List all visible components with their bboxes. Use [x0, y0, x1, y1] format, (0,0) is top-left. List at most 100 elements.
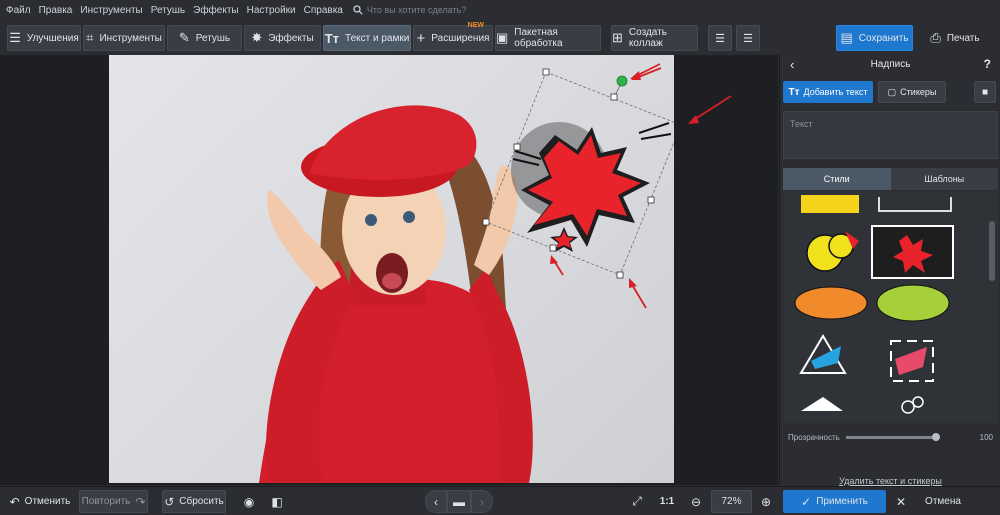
- tab-templates[interactable]: Шаблоны: [890, 168, 998, 190]
- tab-styles[interactable]: Стили: [783, 168, 891, 190]
- new-badge: NEW: [467, 22, 484, 29]
- panel-title: Надпись: [870, 58, 911, 70]
- save-button[interactable]: ▤ Сохранить: [836, 25, 913, 51]
- minus-circle-icon: ⊖: [690, 494, 702, 509]
- menu-effects[interactable]: Эффекты: [193, 5, 238, 16]
- add-text-button[interactable]: Tт Добавить текст: [783, 81, 873, 103]
- zoom-field[interactable]: 72%: [711, 490, 752, 513]
- text-field[interactable]: Текст: [783, 111, 998, 159]
- sticker-gallery: [783, 191, 998, 423]
- styles-tabs: Стили Шаблоны: [783, 168, 998, 190]
- menu-search[interactable]: Что вы хотите сделать?: [353, 5, 467, 15]
- sticker-thumbnails: [794, 195, 954, 414]
- opacity-value: 100: [979, 432, 993, 442]
- redo-button[interactable]: Повторить ↷: [79, 490, 148, 513]
- preset-download-icon: ☰: [743, 32, 753, 45]
- tab-text-frames[interactable]: Tт Текст и рамки: [323, 25, 411, 51]
- compare-button[interactable]: ◧: [266, 490, 288, 513]
- text-field-placeholder: Текст: [790, 119, 813, 129]
- tab-retouch[interactable]: ✎ Ретушь: [167, 25, 242, 51]
- cancel-label: Отмена: [925, 496, 961, 507]
- prev-image-button[interactable]: ‹: [425, 490, 447, 513]
- delete-button[interactable]: ■: [974, 81, 996, 103]
- back-icon[interactable]: ‹: [790, 57, 794, 72]
- apply-label: Применить: [816, 496, 868, 507]
- tab-enhancements-label: Улучшения: [26, 32, 79, 44]
- menu-file[interactable]: Файл: [6, 5, 31, 16]
- fit-screen-icon: ⤢: [632, 494, 642, 508]
- tab-effects-label: Эффекты: [268, 32, 314, 44]
- undo-button[interactable]: ↶ Отменить: [7, 490, 73, 513]
- batch-processing-button[interactable]: ▣ Пакетная обработка: [495, 25, 601, 51]
- canvas-area[interactable]: [0, 55, 778, 485]
- open-folder-button[interactable]: ▬: [447, 490, 471, 513]
- gallery-scrollbar[interactable]: [989, 221, 995, 281]
- stickers-button[interactable]: ▢ Стикеры: [878, 81, 946, 103]
- image-icon: ▣: [496, 30, 509, 45]
- preset-add-icon: ☰: [715, 32, 725, 45]
- preset-download-button[interactable]: ☰: [736, 25, 760, 51]
- sliders-icon: ☰: [9, 30, 21, 45]
- chevron-right-icon: ›: [480, 494, 484, 509]
- close-icon: ✕: [896, 494, 907, 509]
- undo-label: Отменить: [24, 496, 71, 507]
- trash-icon: ■: [981, 86, 989, 98]
- preset-add-button[interactable]: ☰: [708, 25, 732, 51]
- arrow-overlay: [629, 67, 732, 309]
- undo-icon: ↶: [9, 494, 20, 509]
- preview-button[interactable]: ◉: [238, 490, 260, 513]
- sticker-thumb-yellow-cloud[interactable]: [806, 231, 859, 272]
- delete-text-link-label: Удалить текст и стикеры: [839, 476, 942, 486]
- tab-tools[interactable]: ⌗ Инструменты: [83, 25, 165, 51]
- apply-button[interactable]: ✓ Применить: [783, 490, 886, 513]
- cancel-button[interactable]: ✕ Отмена: [892, 490, 994, 513]
- menu-edit[interactable]: Правка: [39, 5, 73, 16]
- batch-processing-label: Пакетная обработка: [514, 27, 563, 49]
- tab-extensions-label: Расширения: [431, 32, 490, 44]
- collage-icon: ⊞: [612, 30, 623, 45]
- tab-styles-label: Стили: [823, 174, 850, 184]
- reset-icon: ↺: [164, 494, 175, 509]
- print-button[interactable]: ⎙ Печать: [917, 25, 993, 51]
- menu-settings[interactable]: Настройки: [247, 5, 296, 16]
- tab-enhancements[interactable]: ☰ Улучшения: [7, 25, 81, 51]
- crop-icon: ⌗: [86, 30, 94, 45]
- menu-help[interactable]: Справка: [304, 5, 343, 16]
- main-toolbar: ☰ Улучшения ⌗ Инструменты ✎ Ретушь ✸ Эфф…: [0, 22, 1000, 54]
- save-icon: ▤: [840, 30, 853, 45]
- stickers-label: Стикеры: [900, 87, 937, 97]
- opacity-slider[interactable]: [845, 432, 940, 441]
- eye-icon: ◉: [243, 494, 255, 509]
- tab-text-frames-label: Текст и рамки: [345, 32, 410, 44]
- opacity-label: Прозрачность: [788, 432, 840, 442]
- fit-screen-button[interactable]: ⤢: [626, 490, 648, 513]
- plus-circle-icon: ⊕: [760, 494, 772, 509]
- text-icon: Tт: [788, 86, 800, 98]
- reset-button[interactable]: ↺ Сбросить: [162, 490, 226, 513]
- zoom-value: 72%: [721, 496, 742, 507]
- menu-retouch[interactable]: Ретушь: [151, 5, 185, 16]
- help-icon[interactable]: ?: [984, 57, 991, 71]
- print-label: Печать: [946, 32, 980, 44]
- opacity-slider-thumb[interactable]: [931, 432, 940, 441]
- magic-wand-icon: ✸: [251, 30, 263, 45]
- next-image-button[interactable]: ›: [471, 490, 493, 513]
- menu-tools[interactable]: Инструменты: [80, 5, 142, 16]
- tab-tools-label: Инструменты: [99, 32, 162, 44]
- create-collage-button[interactable]: ⊞ Создать коллаж: [611, 25, 698, 51]
- tab-extensions[interactable]: + Расширения NEW: [413, 22, 493, 51]
- ratio-label: 1:1: [659, 496, 675, 507]
- search-input[interactable]: Что вы хотите сделать?: [367, 5, 467, 15]
- plus-icon: +: [416, 29, 426, 47]
- sticker-icon: ▢: [887, 86, 897, 97]
- add-text-label: Добавить текст: [803, 87, 868, 97]
- check-icon: ✓: [801, 494, 812, 509]
- zoom-in-button[interactable]: ⊕: [756, 490, 776, 513]
- redo-label: Повторить: [81, 496, 131, 507]
- compare-icon: ◧: [271, 494, 283, 509]
- opacity-row: Прозрачность 100: [788, 430, 993, 444]
- tab-effects[interactable]: ✸ Эффекты: [244, 25, 321, 51]
- reset-label: Сбросить: [179, 496, 224, 507]
- actual-size-button[interactable]: 1:1: [656, 490, 678, 513]
- zoom-out-button[interactable]: ⊖: [686, 490, 706, 513]
